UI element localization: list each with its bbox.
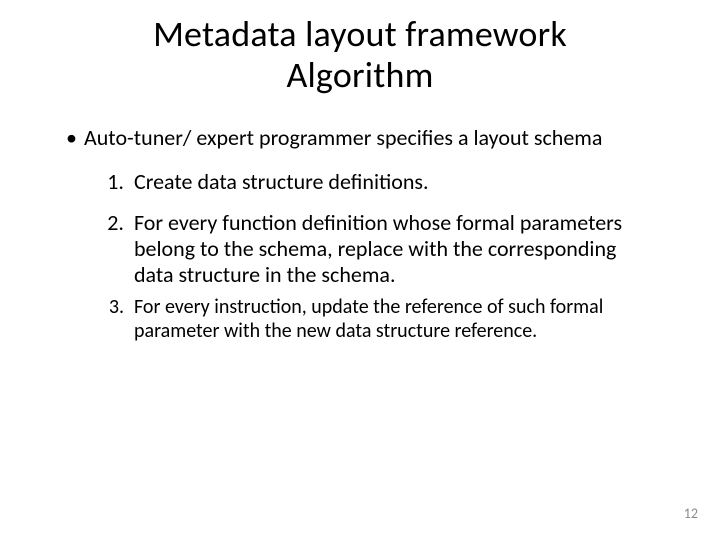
list-marker: 2. — [100, 210, 134, 236]
page-number: 12 — [684, 505, 698, 522]
list-text: For every instruction, update the refere… — [134, 295, 680, 343]
numbered-list: 1. Create data structure definitions. 2.… — [100, 169, 680, 343]
slide-content: • Auto-tuner/ expert programmer specifie… — [0, 97, 720, 343]
bullet-item: • Auto-tuner/ expert programmer specifie… — [66, 125, 680, 151]
list-item: 1. Create data structure definitions. — [100, 169, 680, 195]
list-item: 2. For every function definition whose f… — [100, 210, 680, 289]
title-line-1: Metadata layout framework — [153, 12, 567, 56]
list-text: Create data structure definitions. — [134, 169, 680, 195]
list-item: 3. For every instruction, update the ref… — [100, 295, 680, 343]
list-marker: 3. — [100, 295, 134, 319]
list-text: For every function definition whose form… — [134, 210, 680, 289]
bullet-marker: • — [66, 125, 84, 151]
list-marker: 1. — [100, 169, 134, 195]
bullet-text: Auto-tuner/ expert programmer specifies … — [84, 125, 680, 151]
slide: Metadata layout framework Algorithm • Au… — [0, 0, 720, 540]
title-line-2: Algorithm — [286, 53, 433, 97]
slide-title: Metadata layout framework Algorithm — [0, 0, 720, 97]
